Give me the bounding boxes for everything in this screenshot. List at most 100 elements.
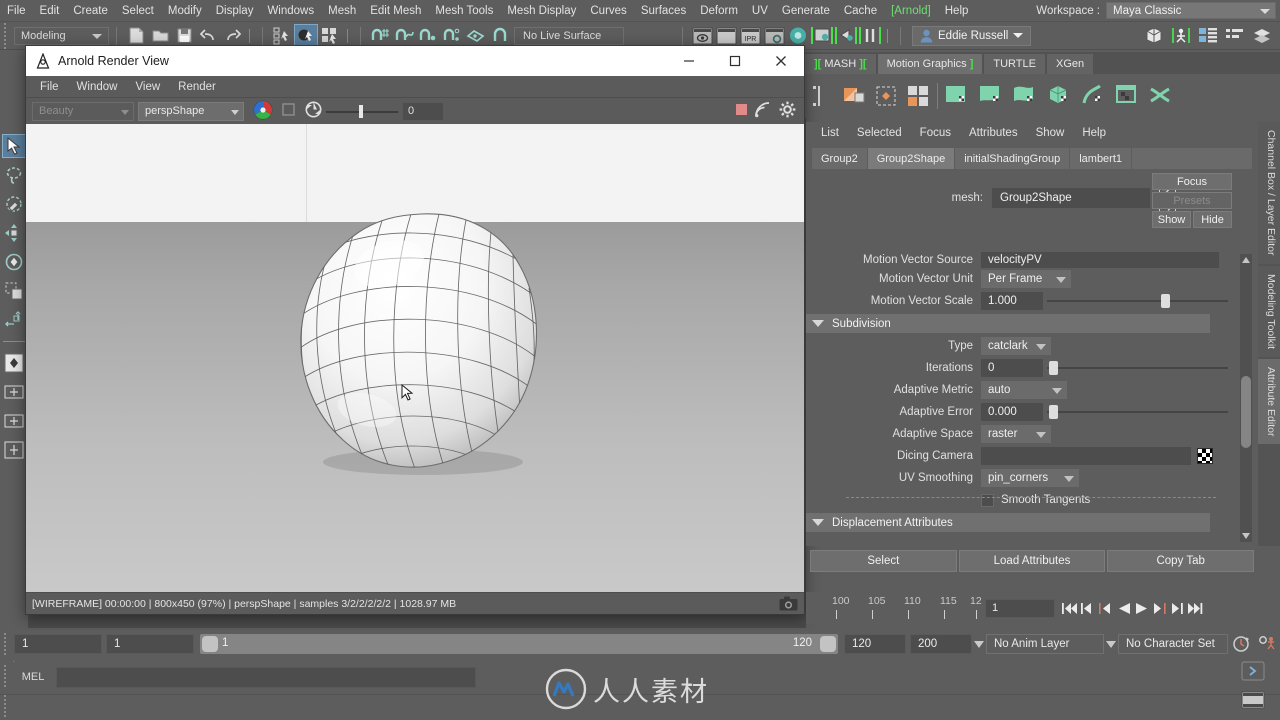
tool-persp-outliner-layout[interactable] [2,409,26,433]
tool-single-perspective-view[interactable] [2,351,26,375]
close-icon[interactable] [758,46,804,76]
scroll-up-icon[interactable] [1241,254,1251,266]
stop-render-icon[interactable] [735,103,748,119]
playback-end-time-field[interactable]: 120 [844,634,906,654]
menu-surfaces[interactable]: Surfaces [634,0,693,22]
attr-slider-iterations[interactable] [1047,359,1228,377]
step-forward-key-icon[interactable] [1169,598,1186,618]
play-forwards-icon[interactable] [1133,598,1150,618]
menu-mesh-tools[interactable]: Mesh Tools [428,0,500,22]
shelf-icon-xgen-cube[interactable] [1046,83,1074,109]
shelf-tab-mash[interactable]: ][ MASH ][ [805,54,876,74]
select-button[interactable]: Select [810,550,957,572]
attribute-editor-scrollbar[interactable] [1240,254,1252,542]
snap-to-view-plane-icon[interactable] [464,24,488,47]
select-by-object-icon[interactable] [294,24,318,47]
camera-select[interactable]: perspShape [138,101,244,121]
playblast-icon[interactable] [1240,689,1266,714]
menuset-select[interactable]: Modeling [14,26,109,45]
arnold-light-icon[interactable] [834,24,858,47]
hypershade-icon[interactable] [786,24,810,47]
character-set-dropdown-icon[interactable] [1104,634,1118,654]
attr-field-adaptive-error[interactable]: 0.000 [981,403,1043,421]
command-input[interactable] [56,666,476,688]
tool-lasso-select[interactable] [2,163,26,187]
time-slider[interactable]: 100 105 110 115 12 1 [806,592,1258,624]
toolbar-drag-handle[interactable] [0,22,10,49]
range-slider-bar[interactable]: 1 120 [200,634,838,654]
load-attributes-button[interactable]: Load Attributes [958,550,1106,572]
alpha-channel-toggle[interactable] [281,102,296,120]
attr-combo-type[interactable]: catclark [981,337,1051,355]
attr-slider-motion-vector-scale[interactable] [1047,292,1228,310]
menu-cache[interactable]: Cache [837,0,884,22]
render-settings-icon[interactable] [762,24,786,47]
ae-menu-attributes[interactable]: Attributes [960,127,1027,139]
select-by-component-icon[interactable] [318,24,342,47]
select-by-hierarchy-icon[interactable] [270,24,294,47]
ae-menu-show[interactable]: Show [1027,127,1074,139]
snapshot-icon[interactable] [779,596,798,611]
shelf-icon-xgen-groom[interactable] [1148,83,1176,109]
shelf-icon-mash-distribute[interactable] [905,83,931,109]
ae-tab-lambert1[interactable]: lambert1 [1070,148,1133,169]
animation-settings-icon[interactable] [1254,635,1280,653]
shelf-tab-motion-graphics[interactable]: Motion Graphics ] [877,54,983,74]
menu-edit[interactable]: Edit [33,0,67,22]
shelf-icon-bounding-box[interactable] [809,83,835,109]
help-line-drag-handle[interactable] [0,695,10,719]
shelf-tab-turtle[interactable]: TURTLE [984,54,1045,74]
render-current-frame-icon[interactable] [690,24,714,47]
range-slider-drag-handle[interactable] [0,633,10,655]
open-scene-icon[interactable] [148,24,172,47]
menu-windows[interactable]: Windows [260,0,321,22]
attr-field-iterations[interactable]: 0 [981,359,1043,377]
anim-layer-field[interactable]: No Anim Layer [986,634,1104,654]
exposure-value-field[interactable]: 0 [402,101,444,121]
playback-start-time-field[interactable]: 1 [106,634,194,654]
character-set-field[interactable]: No Character Set [1118,634,1228,654]
render-progress-icon[interactable] [755,101,772,121]
attr-combo-uv-smoothing[interactable]: pin_corners [981,469,1079,487]
attr-combo-motion-vector-unit[interactable]: Per Frame [981,270,1071,288]
attr-combo-adaptive-space[interactable]: raster [981,425,1051,443]
ae-tab-group2shape[interactable]: Group2Shape [867,148,956,169]
menu-generate[interactable]: Generate [775,0,837,22]
gear-icon[interactable] [779,101,796,121]
shelf-tab-xgen[interactable]: XGen [1046,54,1094,74]
workspace-select[interactable]: Maya Classic [1106,2,1276,19]
attr-field-motion-vector-scale[interactable]: 1.000 [981,292,1043,310]
anim-layer-dropdown-icon[interactable] [972,634,986,654]
range-start-knob[interactable] [202,636,218,652]
menu-create[interactable]: Create [66,0,115,22]
slider-knob[interactable] [1161,294,1171,308]
save-scene-icon[interactable] [172,24,196,47]
live-surface-field[interactable]: No Live Surface [514,26,624,45]
tool-four-view-layout[interactable] [2,380,26,404]
presets-button[interactable]: Presets [1152,192,1232,209]
menu-mesh-display[interactable]: Mesh Display [500,0,583,22]
checker-swatch-icon[interactable] [1197,448,1213,464]
shelf-icon-xgen-hair[interactable] [1080,83,1108,109]
attr-field-motion-vector-source[interactable]: velocityPV [981,252,1219,268]
previous-key-icon[interactable] [1097,598,1114,618]
copy-tab-button[interactable]: Copy Tab [1107,550,1255,572]
exposure-slider[interactable] [326,102,398,121]
tool-rotate[interactable] [2,250,26,274]
section-displacement-attributes[interactable]: Displacement Attributes [806,513,1210,532]
exposure-slider-knob[interactable] [359,104,363,118]
scroll-down-icon[interactable] [1241,530,1251,542]
shelf-icon-xgen-plane[interactable] [944,83,972,109]
vtab-modeling-toolkit[interactable]: Modeling Toolkit [1258,265,1280,357]
vtab-channel-box-layer-editor[interactable]: Channel Box / Layer Editor [1258,122,1280,264]
make-live-icon[interactable] [488,24,512,47]
range-end-knob[interactable] [820,636,836,652]
menu-curves[interactable]: Curves [583,0,633,22]
arnold-menu-render[interactable]: Render [169,76,225,98]
ae-menu-help[interactable]: Help [1073,127,1115,139]
menu-mesh[interactable]: Mesh [321,0,363,22]
menu-edit-mesh[interactable]: Edit Mesh [363,0,428,22]
menu-select[interactable]: Select [115,0,161,22]
ipr-render-icon[interactable]: IPR [738,24,762,47]
redo-icon[interactable] [220,24,244,47]
